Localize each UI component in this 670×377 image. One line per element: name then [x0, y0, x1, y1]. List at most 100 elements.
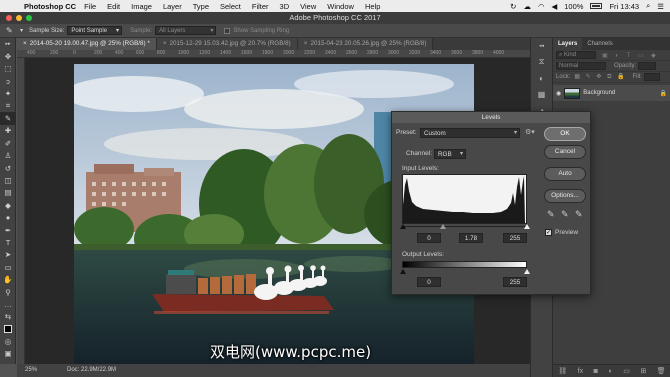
menu-layer[interactable]: Layer: [163, 2, 182, 11]
output-black-field[interactable]: 0: [417, 277, 441, 287]
white-point-eyedropper-icon[interactable]: ✎: [575, 209, 583, 220]
preset-options-gear-icon[interactable]: ⚙▾: [525, 128, 535, 136]
tab-channels[interactable]: Channels: [582, 38, 617, 50]
search-icon[interactable]: ⌕: [646, 1, 650, 11]
collapse-toolbox-icon[interactable]: ▸▸: [0, 38, 16, 50]
zoom-window-button[interactable]: [26, 15, 32, 21]
input-gamma-field[interactable]: 1.78: [459, 233, 483, 243]
gray-point-eyedropper-icon[interactable]: ✎: [561, 209, 569, 220]
channel-select[interactable]: RGB: [434, 149, 466, 159]
auto-button[interactable]: Auto: [544, 167, 586, 181]
menu-select[interactable]: Select: [220, 2, 241, 11]
collapse-panels-icon[interactable]: ◂◂: [531, 38, 552, 54]
cancel-button[interactable]: Cancel: [544, 145, 586, 159]
new-layer-icon[interactable]: ⊞: [640, 367, 646, 375]
eraser-tool-icon[interactable]: ◫: [0, 174, 16, 186]
opacity-input[interactable]: [638, 62, 657, 70]
close-tab-icon[interactable]: ×: [304, 40, 308, 47]
shape-tool-icon[interactable]: ▭: [0, 261, 16, 273]
output-white-handle[interactable]: [524, 269, 530, 274]
menu-edit[interactable]: Edit: [107, 2, 120, 11]
input-black-handle[interactable]: [400, 224, 406, 229]
color-icon[interactable]: ◐: [531, 70, 552, 86]
quick-select-tool-icon[interactable]: ✦: [0, 88, 16, 100]
color-swatches-icon[interactable]: [0, 323, 16, 335]
doc-size[interactable]: Doc: 22.9M/22.9M: [67, 364, 116, 377]
menu-filter[interactable]: Filter: [252, 2, 269, 11]
delete-layer-icon[interactable]: 🗑: [657, 367, 666, 375]
battery-icon[interactable]: [590, 3, 603, 9]
input-white-handle[interactable]: [524, 224, 530, 229]
marquee-tool-icon[interactable]: ⬚: [0, 63, 16, 75]
preset-select[interactable]: Custom: [420, 128, 520, 138]
swap-colors-icon[interactable]: ⇆: [0, 311, 16, 323]
blur-tool-icon[interactable]: ◆: [0, 199, 16, 211]
add-mask-icon[interactable]: ◙: [594, 368, 598, 375]
menu-list-icon[interactable]: ☰: [657, 2, 664, 11]
close-tab-icon[interactable]: ×: [23, 40, 27, 47]
move-tool-icon[interactable]: ✥: [0, 50, 16, 62]
lasso-tool-icon[interactable]: ↄ: [0, 75, 16, 87]
fill-input[interactable]: [643, 73, 660, 81]
input-black-field[interactable]: 0: [417, 233, 441, 243]
clock[interactable]: Fri 13:43: [609, 2, 639, 11]
dodge-tool-icon[interactable]: ●: [0, 211, 16, 223]
output-black-handle[interactable]: [400, 269, 406, 274]
eyedropper-tool-icon[interactable]: ✎: [6, 26, 20, 35]
menu-app-name[interactable]: Photoshop CC: [24, 2, 76, 11]
preview-checkbox[interactable]: ✓: [545, 229, 552, 236]
tab-document-1[interactable]: × 2014-05-20 19.00.47.jpg @ 25% (RGB/8) *: [17, 38, 157, 50]
history-icon[interactable]: ⧖: [531, 54, 552, 70]
options-button[interactable]: Options...: [544, 189, 586, 203]
tab-document-3[interactable]: × 2015-04-23 20.05.26.jpg @ 25% (RGB/8): [297, 38, 434, 50]
crop-tool-icon[interactable]: ⌗: [0, 100, 16, 112]
zoom-tool-icon[interactable]: ⚲: [0, 286, 16, 298]
adjustment-layer-icon[interactable]: ◐: [608, 368, 612, 375]
menu-view[interactable]: View: [300, 2, 316, 11]
volume-icon[interactable]: ◀: [551, 2, 557, 11]
close-tab-icon[interactable]: ×: [163, 40, 167, 47]
tab-layers[interactable]: Layers: [553, 38, 583, 50]
gradient-tool-icon[interactable]: ▤: [0, 187, 16, 199]
minimize-window-button[interactable]: [16, 15, 22, 21]
show-ring-checkbox[interactable]: [224, 27, 231, 34]
clone-stamp-tool-icon[interactable]: ♙: [0, 150, 16, 162]
black-point-eyedropper-icon[interactable]: ✎: [547, 209, 555, 220]
healing-brush-tool-icon[interactable]: ✚: [0, 125, 16, 137]
cloud-icon[interactable]: ☁: [523, 2, 531, 11]
tab-document-2[interactable]: × 2015-12-29 15.03.42.jpg @ 20.7% (RGB/8): [156, 38, 298, 50]
blend-mode-select[interactable]: Normal: [556, 62, 606, 70]
path-select-tool-icon[interactable]: ➤: [0, 249, 16, 261]
sample-select[interactable]: All Layers: [155, 26, 217, 35]
menu-file[interactable]: File: [84, 2, 96, 11]
menu-help[interactable]: Help: [365, 2, 380, 11]
menu-image[interactable]: Image: [131, 2, 152, 11]
pen-tool-icon[interactable]: ✒: [0, 224, 16, 236]
menu-window[interactable]: Window: [327, 2, 354, 11]
input-slider-track[interactable]: [402, 226, 527, 227]
brush-tool-icon[interactable]: ✐: [0, 137, 16, 149]
sync-icon[interactable]: ↻: [510, 2, 516, 11]
horizontal-ruler[interactable]: 400 200 0 200 400 600 800 1000 1200 1400…: [17, 50, 530, 58]
tool-preset-arrow-icon[interactable]: ▾: [20, 27, 23, 34]
menu-3d[interactable]: 3D: [280, 2, 290, 11]
close-window-button[interactable]: [6, 15, 12, 21]
new-group-icon[interactable]: ▭: [623, 367, 630, 375]
filter-kind-select[interactable]: ⌕ Kind: [556, 51, 596, 59]
eye-icon[interactable]: ◉: [556, 90, 561, 97]
history-brush-tool-icon[interactable]: ↺: [0, 162, 16, 174]
hand-tool-icon[interactable]: ✋: [0, 273, 16, 285]
vertical-ruler[interactable]: [17, 58, 25, 364]
more-tools-icon[interactable]: …: [0, 298, 16, 310]
layer-style-icon[interactable]: fx: [578, 368, 583, 375]
wifi-icon[interactable]: ◠: [538, 2, 545, 11]
filter-icons[interactable]: ▣ ◐ T ▭ ◆: [602, 52, 659, 59]
type-tool-icon[interactable]: T: [0, 236, 16, 248]
swatches-icon[interactable]: ▦: [531, 86, 552, 102]
output-white-field[interactable]: 255: [503, 277, 527, 287]
screen-mode-icon[interactable]: ▣: [0, 348, 16, 360]
menu-type[interactable]: Type: [193, 2, 209, 11]
quick-mask-icon[interactable]: ◎: [0, 335, 16, 347]
input-white-field[interactable]: 255: [503, 233, 527, 243]
sample-size-select[interactable]: Point Sample: [67, 26, 123, 35]
